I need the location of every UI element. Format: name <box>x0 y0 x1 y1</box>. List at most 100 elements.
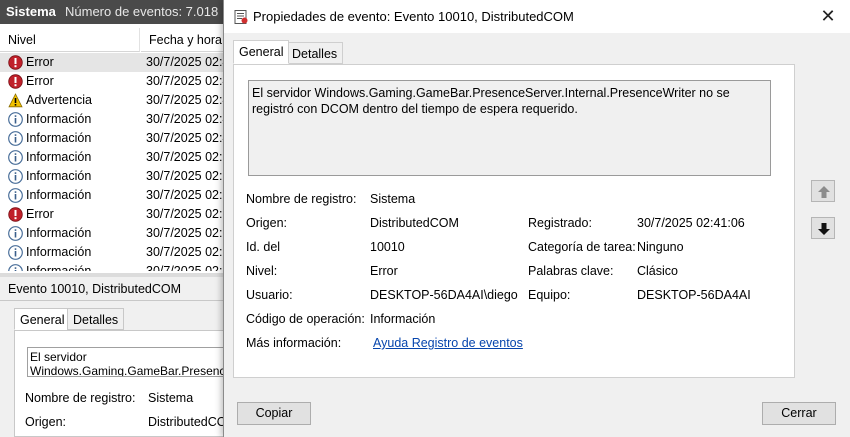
event-row[interactable]: Información 30/7/2025 02:4 <box>0 129 224 148</box>
preview-description-box[interactable]: El servidor Windows.Gaming.GameBar.Prese… <box>27 347 225 377</box>
event-count: Número de eventos: 7.018 <box>65 4 219 19</box>
event-level: Información <box>26 150 92 164</box>
event-date: 30/7/2025 02:3 <box>146 226 224 240</box>
opcode-value: Información <box>370 312 436 326</box>
event-date: 30/7/2025 02:3 <box>146 150 224 164</box>
preview-title: Evento 10010, DistributedCOM <box>8 282 182 296</box>
computer-label: Equipo: <box>528 288 571 302</box>
more-info-label: Más información: <box>246 336 342 350</box>
dialog-titlebar[interactable]: Propiedades de evento: Evento 10010, Dis… <box>224 0 850 33</box>
event-level: Información <box>26 188 92 202</box>
warning-icon <box>8 93 23 108</box>
logged-label: Registrado: <box>528 216 592 230</box>
event-level: Información <box>26 264 92 271</box>
user-label: Usuario: <box>246 288 293 302</box>
dialog-title: Propiedades de evento: Evento 10010, Dis… <box>253 9 574 24</box>
preview-source-label: Origen: <box>25 415 66 429</box>
tab-details[interactable]: Detalles <box>286 42 344 64</box>
preview-tab-general[interactable]: General <box>14 308 71 330</box>
info-icon <box>8 245 23 260</box>
event-date: 30/7/2025 02:4 <box>146 93 224 107</box>
keywords-label: Palabras clave: <box>528 264 614 278</box>
event-level: Información <box>26 112 92 126</box>
event-row[interactable]: Error 30/7/2025 02:3 <box>0 205 224 224</box>
event-row[interactable]: Error 30/7/2025 02:4 <box>0 53 224 72</box>
event-list: Error 30/7/2025 02:4 Error 30/7/2025 02:4 Ad… <box>0 53 224 271</box>
event-row[interactable]: Información 30/7/2025 02:3 <box>0 148 224 167</box>
general-tab-panel: El servidor Windows.Gaming.GameBar.Prese… <box>233 64 795 378</box>
error-icon <box>8 55 23 70</box>
event-properties-dialog: Propiedades de evento: Evento 10010, Dis… <box>223 0 850 437</box>
event-date: 30/7/2025 02:3 <box>146 188 224 202</box>
info-icon <box>8 264 23 271</box>
event-date: 30/7/2025 02:4 <box>146 55 224 69</box>
event-level: Información <box>26 245 92 259</box>
event-row[interactable]: Advertencia 30/7/2025 02:4 <box>0 91 224 110</box>
arrow-down-icon <box>818 223 830 235</box>
event-row[interactable]: Error 30/7/2025 02:4 <box>0 72 224 91</box>
log-name-label: Nombre de registro: <box>246 192 357 206</box>
preview-panel: El servidor Windows.Gaming.GameBar.Prese… <box>14 330 237 437</box>
event-row[interactable]: Información 30/7/2025 02:3 <box>0 262 224 271</box>
event-date: 30/7/2025 02:3 <box>146 264 224 271</box>
log-name: Sistema <box>6 4 56 19</box>
info-icon <box>8 188 23 203</box>
source-value: DistributedCOM <box>370 216 459 230</box>
arrow-up-icon <box>818 186 830 198</box>
more-info-link[interactable]: Ayuda Registro de eventos <box>373 336 523 350</box>
copy-button[interactable]: Copiar <box>237 402 311 425</box>
info-icon <box>8 169 23 184</box>
event-row[interactable]: Información 30/7/2025 02:3 <box>0 186 224 205</box>
event-viewer-app-icon <box>234 10 248 24</box>
event-date: 30/7/2025 02:4 <box>146 74 224 88</box>
event-level: Información <box>26 226 92 240</box>
info-icon <box>8 226 23 241</box>
event-level: Error <box>26 55 54 69</box>
event-row[interactable]: Información 30/7/2025 02:3 <box>0 167 224 186</box>
event-row[interactable]: Información 30/7/2025 02:4 <box>0 110 224 129</box>
preview-description: El servidor Windows.Gaming.GameBar.Prese… <box>30 350 225 377</box>
column-header-date-label: Fecha y hora <box>149 33 222 47</box>
computer-value: DESKTOP-56DA4AI <box>637 288 751 302</box>
preview-log-label: Nombre de registro: <box>25 391 136 405</box>
next-event-button[interactable] <box>811 217 835 239</box>
info-icon <box>8 112 23 127</box>
close-icon[interactable]: ✕ <box>805 0 850 33</box>
keywords-value: Clásico <box>637 264 678 278</box>
column-header-level-label: Nivel <box>8 33 36 47</box>
column-header-date[interactable]: Fecha y hora <box>141 28 223 52</box>
event-date: 30/7/2025 02:3 <box>146 245 224 259</box>
level-value: Error <box>370 264 398 278</box>
user-value: DESKTOP-56DA4AI\diego <box>370 288 518 302</box>
divider <box>0 300 224 301</box>
preview-log-value: Sistema <box>148 391 194 405</box>
event-id-label: Id. del <box>246 240 281 254</box>
event-preview-pane: Evento 10010, DistributedCOM General Det… <box>0 277 237 437</box>
event-date: 30/7/2025 02:4 <box>146 112 224 126</box>
column-header-level[interactable]: Nivel <box>0 28 140 52</box>
event-date: 30/7/2025 02:3 <box>146 207 224 221</box>
event-row[interactable]: Información 30/7/2025 02:3 <box>0 224 224 243</box>
level-label: Nivel: <box>246 264 278 278</box>
event-level: Información <box>26 169 92 183</box>
previous-event-button[interactable] <box>811 180 835 202</box>
description-box[interactable]: El servidor Windows.Gaming.GameBar.Prese… <box>248 80 771 176</box>
event-level: Advertencia <box>26 93 93 107</box>
event-level: Error <box>26 74 54 88</box>
tab-general[interactable]: General <box>233 40 290 64</box>
event-description: El servidor Windows.Gaming.GameBar.Prese… <box>252 86 730 116</box>
preview-tab-details[interactable]: Detalles <box>67 308 125 330</box>
log-name-value: Sistema <box>370 192 416 206</box>
event-level: Error <box>26 207 54 221</box>
info-icon <box>8 131 23 146</box>
event-date: 30/7/2025 02:3 <box>146 169 224 183</box>
event-row[interactable]: Información 30/7/2025 02:3 <box>0 243 224 262</box>
error-icon <box>8 207 23 222</box>
opcode-label: Código de operación: <box>246 312 365 326</box>
error-icon <box>8 74 23 89</box>
event-date: 30/7/2025 02:4 <box>146 131 224 145</box>
source-label: Origen: <box>246 216 287 230</box>
close-button[interactable]: Cerrar <box>762 402 836 425</box>
info-icon <box>8 150 23 165</box>
logged-value: 30/7/2025 02:41:06 <box>637 216 745 230</box>
